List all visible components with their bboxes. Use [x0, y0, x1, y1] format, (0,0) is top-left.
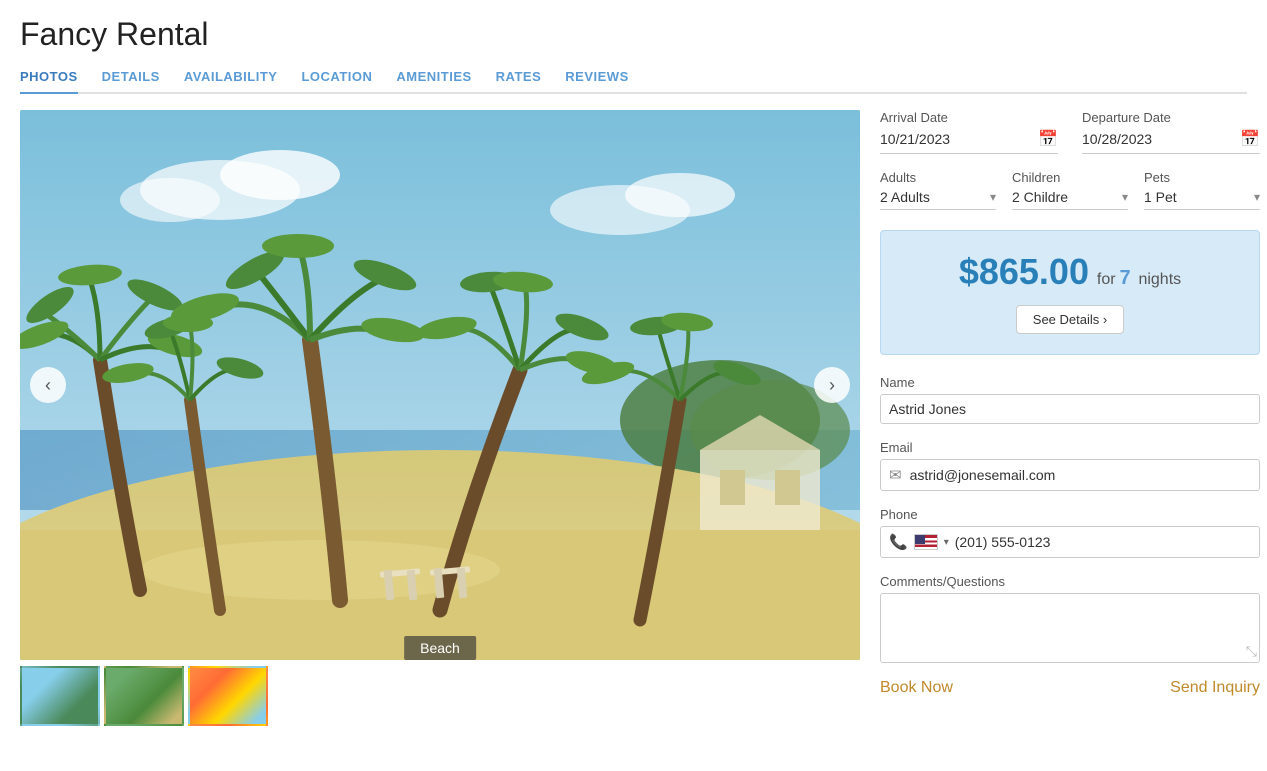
price-nights: 7 [1119, 267, 1130, 289]
name-input[interactable]: Astrid Jones [880, 394, 1260, 424]
book-now-button[interactable]: Book Now [880, 679, 953, 697]
thumbnails [20, 666, 860, 726]
departure-input-wrap[interactable]: 10/28/2023 📅 [1082, 129, 1260, 154]
tab-details[interactable]: DETAILS [102, 69, 160, 94]
thumbnail-2[interactable] [104, 666, 184, 726]
name-value: Astrid Jones [889, 401, 1251, 417]
price-amount: $865.00 [959, 251, 1089, 292]
guests-row: Adults 2 Adults ▾ Children 2 Childre ▾ P… [880, 170, 1260, 210]
comments-textarea[interactable]: ⤡ [880, 593, 1260, 663]
flag-chevron-icon[interactable]: ▾ [944, 537, 949, 548]
booking-panel: Arrival Date 10/21/2023 📅 Departure Date… [880, 110, 1260, 697]
arrival-value: 10/21/2023 [880, 131, 1038, 147]
pets-chevron-icon: ▾ [1254, 190, 1260, 204]
children-label: Children [1012, 170, 1128, 185]
tab-rates[interactable]: RATES [496, 69, 542, 94]
phone-input[interactable]: 📞 ▾ (201) 555-0123 [880, 526, 1260, 558]
email-field: Email ✉ astrid@jonesemail.com [880, 440, 1260, 491]
arrival-input-wrap[interactable]: 10/21/2023 📅 [880, 129, 1058, 154]
page-title: Fancy Rental [20, 16, 1247, 53]
adults-chevron-icon: ▾ [990, 190, 996, 204]
adults-field: Adults 2 Adults ▾ [880, 170, 996, 210]
adults-label: Adults [880, 170, 996, 185]
pets-label: Pets [1144, 170, 1260, 185]
pets-select[interactable]: 1 Pet ▾ [1144, 189, 1260, 210]
children-chevron-icon: ▾ [1122, 190, 1128, 204]
price-for: for [1097, 271, 1116, 288]
tab-location[interactable]: LOCATION [301, 69, 372, 94]
price-nights-label: nights [1138, 271, 1181, 288]
thumbnail-3[interactable] [188, 666, 268, 726]
pets-value: 1 Pet [1144, 189, 1254, 205]
email-icon: ✉ [889, 466, 902, 484]
email-input[interactable]: ✉ astrid@jonesemail.com [880, 459, 1260, 491]
date-row: Arrival Date 10/21/2023 📅 Departure Date… [880, 110, 1260, 154]
thumbnail-1[interactable] [20, 666, 100, 726]
arrival-field: Arrival Date 10/21/2023 📅 [880, 110, 1058, 154]
see-details-button[interactable]: See Details › [1016, 305, 1124, 334]
phone-field: Phone 📞 ▾ (201) 555-0123 [880, 507, 1260, 558]
adults-value: 2 Adults [880, 189, 990, 205]
action-row: Book Now Send Inquiry [880, 679, 1260, 697]
tab-availability[interactable]: AVAILABILITY [184, 69, 278, 94]
price-display: $865.00 for 7 nights [901, 251, 1239, 293]
tab-amenities[interactable]: AMENITIES [396, 69, 471, 94]
adults-select[interactable]: 2 Adults ▾ [880, 189, 996, 210]
children-select[interactable]: 2 Childre ▾ [1012, 189, 1128, 210]
phone-icon: 📞 [889, 533, 908, 551]
main-image: ‹ › Beach [20, 110, 860, 660]
flag-us-icon [914, 534, 938, 550]
name-field: Name Astrid Jones [880, 375, 1260, 424]
email-label: Email [880, 440, 1260, 455]
arrival-label: Arrival Date [880, 110, 1058, 125]
arrival-calendar-icon[interactable]: 📅 [1038, 129, 1058, 149]
next-image-button[interactable]: › [814, 367, 850, 403]
children-value: 2 Childre [1012, 189, 1122, 205]
resize-handle-icon: ⤡ [1246, 643, 1257, 660]
email-value: astrid@jonesemail.com [910, 467, 1251, 483]
phone-number: (201) 555-0123 [955, 534, 1051, 550]
prev-image-button[interactable]: ‹ [30, 367, 66, 403]
nav-tabs: PHOTOS DETAILS AVAILABILITY LOCATION AME… [20, 69, 1247, 94]
departure-calendar-icon[interactable]: 📅 [1240, 129, 1260, 149]
phone-label: Phone [880, 507, 1260, 522]
pets-field: Pets 1 Pet ▾ [1144, 170, 1260, 210]
send-inquiry-button[interactable]: Send Inquiry [1170, 679, 1260, 697]
comments-label: Comments/Questions [880, 574, 1260, 589]
name-label: Name [880, 375, 1260, 390]
comments-field: Comments/Questions ⤡ [880, 574, 1260, 663]
departure-field: Departure Date 10/28/2023 📅 [1082, 110, 1260, 154]
image-area: ‹ › Beach [20, 110, 860, 726]
departure-value: 10/28/2023 [1082, 131, 1240, 147]
tab-reviews[interactable]: REVIEWS [565, 69, 628, 94]
price-box: $865.00 for 7 nights See Details › [880, 230, 1260, 355]
tab-photos[interactable]: PHOTOS [20, 69, 78, 94]
departure-label: Departure Date [1082, 110, 1260, 125]
image-caption: Beach [404, 636, 476, 660]
children-field: Children 2 Childre ▾ [1012, 170, 1128, 210]
